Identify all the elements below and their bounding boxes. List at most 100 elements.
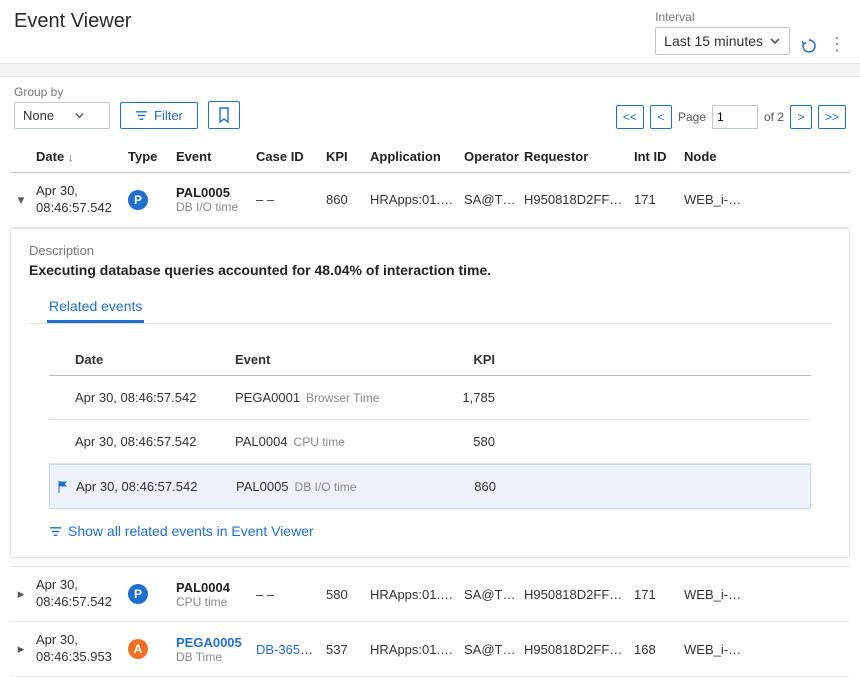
refresh-button[interactable] bbox=[800, 37, 818, 55]
detail-desc-text: Executing database queries accounted for… bbox=[29, 262, 831, 278]
pager-prev[interactable]: < bbox=[650, 105, 672, 129]
filter-button[interactable]: Filter bbox=[120, 102, 198, 129]
detail-tabs: Related events bbox=[29, 292, 831, 324]
groupby-label: Group by bbox=[14, 85, 110, 99]
col-caseid[interactable]: Case ID bbox=[252, 149, 322, 164]
cell-req: H950818D2FF1... bbox=[520, 642, 630, 657]
cell-type: A bbox=[124, 639, 172, 659]
pager: << < Page of 2 > >> bbox=[616, 105, 846, 129]
col-kpi[interactable]: KPI bbox=[322, 149, 366, 164]
grid-row[interactable]: ▾ Apr 30, 08:46:57.542 P PAL0005DB I/O t… bbox=[10, 173, 850, 228]
grid-header: Date ↓ Type Event Case ID KPI Applicatio… bbox=[10, 141, 850, 173]
grid-row[interactable]: ▸ Apr 30, 08:46:35.953 A PEGA0005DB Time… bbox=[10, 622, 850, 677]
toolbar: Group by None Filter << < Page of 2 > >> bbox=[0, 77, 860, 141]
cell-kpi: 537 bbox=[322, 642, 366, 657]
grid-row[interactable]: ▸ Apr 30, 08:46:57.542 P PAL0004CPU time… bbox=[10, 566, 850, 622]
interval-select[interactable]: Last 15 minutes bbox=[655, 27, 790, 55]
type-badge: P bbox=[128, 190, 148, 210]
col-event[interactable]: Event bbox=[172, 149, 252, 164]
cell-req: H950818D2FF1... bbox=[520, 192, 630, 207]
cell-caseid: – – bbox=[252, 192, 322, 207]
page-title: Event Viewer bbox=[14, 10, 131, 33]
event-grid: Date ↓ Type Event Case ID KPI Applicatio… bbox=[0, 141, 860, 228]
col-op[interactable]: Operator bbox=[460, 149, 520, 164]
rel-date: Apr 30, 08:46:57.542 bbox=[75, 434, 235, 449]
caseid-link[interactable]: DB-365706 bbox=[256, 642, 322, 657]
rel-kpi: 580 bbox=[415, 434, 535, 449]
filter-icon bbox=[49, 525, 62, 538]
related-row[interactable]: Apr 30, 08:46:57.542 PEGA0001Browser Tim… bbox=[49, 376, 811, 420]
rel-event: PAL0004CPU time bbox=[235, 434, 415, 449]
more-menu[interactable]: ⋮ bbox=[828, 34, 846, 55]
cell-intid: 171 bbox=[630, 587, 680, 602]
col-date[interactable]: Date ↓ bbox=[32, 149, 124, 164]
rel-col-kpi: KPI bbox=[415, 352, 535, 367]
bookmark-button[interactable] bbox=[208, 101, 240, 129]
col-type[interactable]: Type bbox=[124, 149, 172, 164]
expand-toggle[interactable]: ▾ bbox=[10, 192, 32, 208]
expand-toggle[interactable]: ▸ bbox=[10, 586, 32, 602]
col-intid[interactable]: Int ID bbox=[630, 149, 680, 164]
event-link[interactable]: PEGA0005 bbox=[176, 635, 242, 650]
pager-first[interactable]: << bbox=[616, 105, 644, 129]
col-req[interactable]: Requestor bbox=[520, 149, 630, 164]
cell-date: Apr 30, 08:46:57.542 bbox=[32, 577, 124, 611]
cell-type: P bbox=[124, 190, 172, 210]
detail-panel: Description Executing database queries a… bbox=[10, 228, 850, 559]
flag-icon bbox=[56, 479, 76, 495]
cell-req: H950818D2FF1... bbox=[520, 587, 630, 602]
rel-kpi: 1,785 bbox=[415, 390, 535, 405]
header-bar: Event Viewer Interval Last 15 minutes ⋮ bbox=[0, 0, 860, 63]
cell-app: HRApps:01.03.01 bbox=[366, 192, 460, 207]
rel-event: PEGA0001Browser Time bbox=[235, 390, 415, 405]
rel-col-date: Date bbox=[75, 352, 235, 367]
rel-col-event: Event bbox=[235, 352, 415, 367]
cell-type: P bbox=[124, 584, 172, 604]
groupby-select[interactable]: None bbox=[14, 102, 110, 129]
rel-kpi: 860 bbox=[416, 479, 536, 494]
cell-node: WEB_i-07509f... bbox=[680, 587, 750, 602]
related-events-table: Date Event KPI Apr 30, 08:46:57.542 PEGA… bbox=[49, 344, 811, 510]
col-node[interactable]: Node bbox=[680, 149, 750, 164]
related-row[interactable]: Apr 30, 08:46:57.542 PAL0004CPU time 580 bbox=[49, 420, 811, 464]
event-grid-cont: ▸ Apr 30, 08:46:57.542 P PAL0004CPU time… bbox=[0, 566, 860, 677]
cell-app: HRApps:01.03.01 bbox=[366, 587, 460, 602]
type-badge: P bbox=[128, 584, 148, 604]
pager-of-label: of 2 bbox=[764, 110, 784, 124]
pager-page-label: Page bbox=[678, 110, 706, 124]
cell-caseid: DB-365706 bbox=[252, 642, 322, 657]
cell-node: WEB_i-07509f... bbox=[680, 192, 750, 207]
cell-op: SA@TGB bbox=[460, 587, 520, 602]
cell-event: PAL0005DB I/O time bbox=[172, 185, 252, 214]
filter-label: Filter bbox=[154, 108, 183, 123]
bookmark-icon bbox=[217, 107, 231, 123]
rel-date: Apr 30, 08:46:57.542 bbox=[76, 479, 236, 494]
sort-desc-icon: ↓ bbox=[68, 152, 74, 164]
tab-related-events[interactable]: Related events bbox=[47, 292, 144, 323]
cell-date: Apr 30, 08:46:57.542 bbox=[32, 183, 124, 217]
cell-op: SA@TGB bbox=[460, 642, 520, 657]
interval-area: Interval Last 15 minutes ⋮ bbox=[655, 10, 846, 55]
cell-kpi: 580 bbox=[322, 587, 366, 602]
cell-date: Apr 30, 08:46:35.953 bbox=[32, 632, 124, 666]
related-row[interactable]: Apr 30, 08:46:57.542 PAL0005DB I/O time … bbox=[49, 464, 811, 510]
expand-toggle[interactable]: ▸ bbox=[10, 641, 32, 657]
rel-date: Apr 30, 08:46:57.542 bbox=[75, 390, 235, 405]
cell-node: WEB_i-07509f... bbox=[680, 642, 750, 657]
pager-page-input[interactable] bbox=[712, 105, 758, 129]
cell-intid: 168 bbox=[630, 642, 680, 657]
detail-desc-label: Description bbox=[29, 243, 831, 258]
cell-intid: 171 bbox=[630, 192, 680, 207]
cell-caseid: – – bbox=[252, 587, 322, 602]
cell-app: HRApps:01.03.01 bbox=[366, 642, 460, 657]
show-all-related-link[interactable]: Show all related events in Event Viewer bbox=[49, 523, 831, 539]
filter-icon bbox=[135, 109, 148, 122]
interval-label: Interval bbox=[655, 10, 790, 24]
col-app[interactable]: Application bbox=[366, 149, 460, 164]
chevron-down-icon bbox=[769, 35, 781, 47]
interval-value: Last 15 minutes bbox=[664, 33, 763, 49]
pager-last[interactable]: >> bbox=[818, 105, 846, 129]
type-badge: A bbox=[128, 639, 148, 659]
separator bbox=[0, 63, 860, 77]
pager-next[interactable]: > bbox=[790, 105, 812, 129]
